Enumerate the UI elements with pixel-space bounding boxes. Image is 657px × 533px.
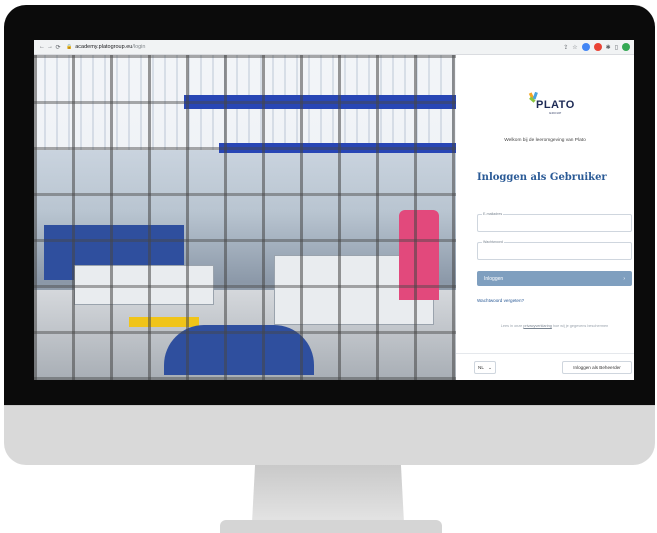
page-title: Inloggen als Gebruiker <box>477 172 607 183</box>
extension-icon[interactable] <box>581 43 590 51</box>
privacy-link[interactable]: privacyverklaring <box>523 324 552 328</box>
email-input[interactable] <box>480 217 629 229</box>
reload-icon[interactable]: ⟳ <box>54 44 62 51</box>
puzzle-icon[interactable]: ✱ <box>606 44 611 51</box>
chevron-right-icon: › <box>623 275 625 282</box>
browser-toolbar: ← → ⟳ 🔒 academy.platogroup.eu/login ⇪ ☆ … <box>34 40 634 55</box>
chevron-down-icon: ⌄ <box>488 364 492 370</box>
monitor-stand-foot <box>220 520 442 533</box>
lock-icon: 🔒 <box>66 44 73 50</box>
extension-icon[interactable] <box>593 43 602 51</box>
language-select[interactable]: NL ⌄ <box>474 361 496 374</box>
url-text: academy.platogroup.eu/login <box>75 44 146 50</box>
photo-fence-overlay <box>34 55 456 380</box>
factory-photo <box>34 55 456 380</box>
monitor: ← → ⟳ 🔒 academy.platogroup.eu/login ⇪ ☆ … <box>4 5 655 465</box>
password-input[interactable] <box>480 245 629 257</box>
password-field[interactable]: Wachtwoord <box>477 240 632 260</box>
address-bar[interactable]: 🔒 academy.platogroup.eu/login <box>66 42 559 53</box>
screen: ← → ⟳ 🔒 academy.platogroup.eu/login ⇪ ☆ … <box>34 40 634 380</box>
language-value: NL <box>478 365 484 370</box>
forgot-password-link[interactable]: Wachtwoord vergeten? <box>477 298 524 303</box>
forward-icon[interactable]: → <box>46 44 54 50</box>
privacy-notice: Lees in onze privacyverklaring hoe wij j… <box>500 324 609 328</box>
login-panel: PLATO GROUP Welkom bij de leeromgeving v… <box>456 55 634 380</box>
email-field[interactable]: E-mailadres <box>477 212 632 232</box>
monitor-stand-neck <box>252 465 404 523</box>
logo-text: PLATO <box>536 99 575 111</box>
share-icon[interactable]: ⇪ <box>563 44 568 51</box>
logo-subtext: GROUP <box>549 111 562 115</box>
password-label: Wachtwoord <box>482 240 504 244</box>
footer-divider <box>456 353 634 354</box>
login-button-label: Inloggen <box>484 275 504 282</box>
plato-logo: PLATO GROUP <box>528 92 574 115</box>
admin-login-button[interactable]: Inloggen als Beheerder <box>562 361 632 374</box>
welcome-text: Welkom bij de leeromgeving van Plato <box>504 138 586 143</box>
profile-avatar[interactable] <box>622 43 630 51</box>
email-label: E-mailadres <box>482 212 504 216</box>
back-icon[interactable]: ← <box>38 44 46 50</box>
sidebar-icon[interactable]: ▯ <box>615 44 618 51</box>
login-button[interactable]: Inloggen › <box>477 271 632 286</box>
monitor-chin <box>4 405 655 465</box>
star-icon[interactable]: ☆ <box>572 44 577 51</box>
